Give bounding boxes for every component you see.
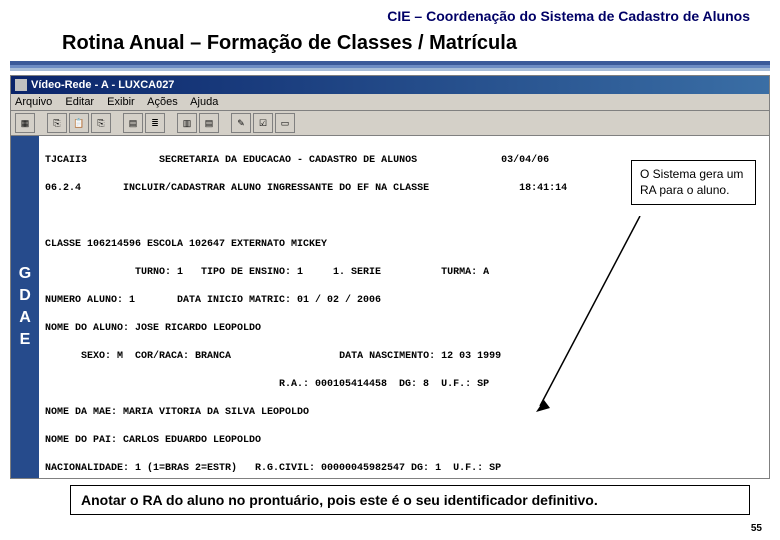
tool-btn-7[interactable]: ▥ bbox=[177, 113, 197, 133]
tool-paste-icon[interactable]: 📋 bbox=[69, 113, 89, 133]
tool-btn-1[interactable]: ▦ bbox=[15, 113, 35, 133]
app-window: Vídeo-Rede - A - LUXCA027 Arquivo Editar… bbox=[10, 75, 770, 479]
tool-check-icon[interactable]: ☑ bbox=[253, 113, 273, 133]
app-icon bbox=[15, 79, 27, 91]
sidebar-letter: E bbox=[20, 331, 31, 349]
header-org: CIE – Coordenação do Sistema de Cadastro… bbox=[0, 0, 780, 28]
menubar: Arquivo Editar Exibir Ações Ajuda bbox=[11, 94, 769, 111]
toolbar: ▦ ⎘ 📋 ⎘ ▤ ≣ ▥ ▤ ✎ ☑ ▭ bbox=[11, 111, 769, 136]
header-divider bbox=[10, 61, 770, 71]
sidebar-letter: A bbox=[19, 309, 31, 327]
page-number: 55 bbox=[751, 523, 762, 534]
menu-exibir[interactable]: Exibir bbox=[107, 96, 135, 108]
note-box: Anotar o RA do aluno no prontuário, pois… bbox=[70, 485, 750, 515]
menu-ajuda[interactable]: Ajuda bbox=[190, 96, 218, 108]
tool-btn-8[interactable]: ▤ bbox=[199, 113, 219, 133]
sidebar-letter: D bbox=[19, 287, 31, 305]
tool-btn-5[interactable]: ▤ bbox=[123, 113, 143, 133]
menu-editar[interactable]: Editar bbox=[65, 96, 94, 108]
menu-acoes[interactable]: Ações bbox=[147, 96, 178, 108]
tool-btn-4[interactable]: ⎘ bbox=[91, 113, 111, 133]
tool-btn-11[interactable]: ▭ bbox=[275, 113, 295, 133]
tool-copy-icon[interactable]: ⎘ bbox=[47, 113, 67, 133]
tool-edit-icon[interactable]: ✎ bbox=[231, 113, 251, 133]
menu-arquivo[interactable]: Arquivo bbox=[15, 96, 52, 108]
sidebar-logo: G D A E bbox=[11, 136, 39, 478]
tool-btn-6[interactable]: ≣ bbox=[145, 113, 165, 133]
window-title: Vídeo-Rede - A - LUXCA027 bbox=[31, 79, 174, 91]
callout-box: O Sistema gera um RA para o aluno. bbox=[631, 160, 756, 205]
page-title: Rotina Anual – Formação de Classes / Mat… bbox=[0, 28, 780, 61]
sidebar-letter: G bbox=[19, 265, 31, 283]
window-titlebar: Vídeo-Rede - A - LUXCA027 bbox=[11, 76, 769, 94]
